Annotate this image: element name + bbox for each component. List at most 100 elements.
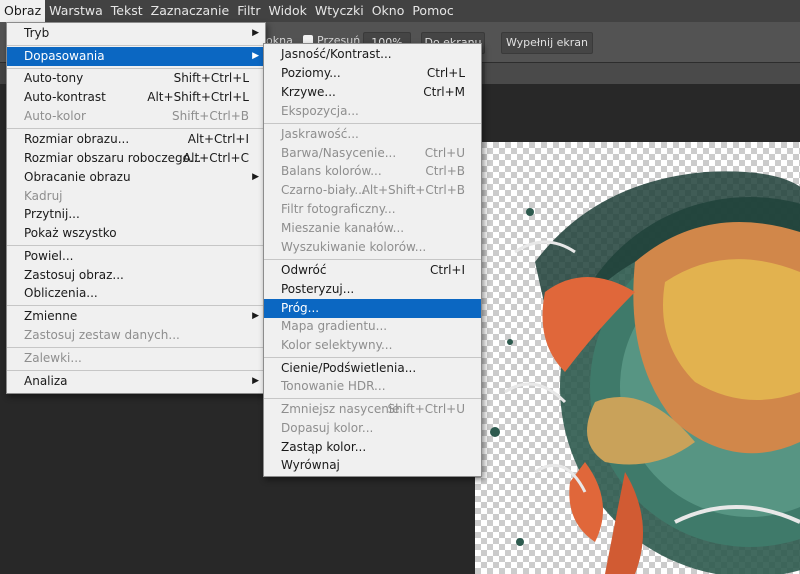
menubar-item-layer[interactable]: Warstwa (45, 0, 107, 22)
menu-item-label: Mapa gradientu... (281, 319, 388, 333)
menu-item-threshold[interactable]: Próg... (264, 299, 481, 318)
menu-item-shortcut: Ctrl+U (424, 146, 465, 160)
menu-item-curves[interactable]: Krzywe... Ctrl+M (264, 83, 481, 102)
menu-item-black-white[interactable]: Czarno-biały... Alt+Shift+Ctrl+B (264, 181, 481, 200)
menu-item-desaturate[interactable]: Zmniejsz nasycenie Shift+Ctrl+U (264, 400, 481, 419)
menu-item-channel-mixer[interactable]: Mieszanie kanałów... (264, 219, 481, 238)
menu-item-label: Dopasuj kolor... (281, 421, 374, 435)
menu-item-apply-data-set[interactable]: Zastosuj zestaw danych... (7, 326, 265, 345)
menu-item-equalize[interactable]: Wyrównaj (264, 456, 481, 475)
menu-item-label: Tryb (24, 26, 50, 40)
menu-item-label: Powiel... (24, 249, 74, 263)
menu-item-apply-image[interactable]: Zastosuj obraz... (7, 266, 265, 285)
menu-item-label: Tonowanie HDR... (281, 379, 386, 393)
menu-item-label: Auto-kolor (24, 109, 86, 123)
menu-item-selective-color[interactable]: Kolor selektywny... (264, 336, 481, 355)
menu-item-label: Barwa/Nasycenie... (281, 146, 397, 160)
menu-item-duplicate[interactable]: Powiel... (7, 247, 265, 266)
menu-item-label: Kolor selektywny... (281, 338, 393, 352)
document-tab[interactable] (485, 63, 800, 85)
menu-separator (7, 347, 265, 348)
menubar-item-image[interactable]: Obraz (0, 0, 46, 22)
menu-separator (264, 123, 481, 124)
menu-item-exposure[interactable]: Ekspozycja... (264, 102, 481, 121)
fill-screen-button[interactable]: Wypełnij ekran (501, 32, 593, 54)
menu-item-label: Ekspozycja... (281, 104, 359, 118)
koi-fish-illustration (490, 171, 800, 574)
menu-item-label: Wyrównaj (281, 458, 340, 472)
menu-item-label: Zastosuj obraz... (24, 268, 124, 282)
menu-item-label: Cienie/Podświetlenia... (281, 361, 417, 375)
menu-item-label: Wyszukiwanie kolorów... (281, 240, 427, 254)
menu-item-adjustments[interactable]: Dopasowania ▶ (7, 47, 265, 66)
menu-item-hue-saturation[interactable]: Barwa/Nasycenie... Ctrl+U (264, 144, 481, 163)
menu-item-label: Poziomy... (281, 66, 341, 80)
menu-item-label: Dopasowania (24, 49, 105, 63)
menu-item-label: Zmienne (24, 309, 78, 323)
menu-item-label: Filtr fotograficzny... (281, 202, 396, 216)
menu-item-photo-filter[interactable]: Filtr fotograficzny... (264, 200, 481, 219)
menu-item-label: Obliczenia... (24, 286, 98, 300)
menu-item-gradient-map[interactable]: Mapa gradientu... (264, 317, 481, 336)
menubar-item-window[interactable]: Okno (368, 0, 409, 22)
menu-item-canvas-size[interactable]: Rozmiar obszaru roboczego... Alt+Ctrl+C (7, 149, 265, 168)
menu-item-label: Jasność/Kontrast... (281, 47, 392, 61)
document-artwork[interactable] (475, 142, 800, 574)
menu-item-trap[interactable]: Zalewki... (7, 349, 265, 368)
menu-item-calculations[interactable]: Obliczenia... (7, 284, 265, 303)
menu-item-shortcut: Ctrl+B (425, 164, 465, 178)
menu-item-label: Obracanie obrazu (24, 170, 131, 184)
image-menu: Tryb ▶ Dopasowania ▶ Auto-tony Shift+Ctr… (6, 22, 266, 394)
menu-item-shortcut: Alt+Shift+Ctrl+L (147, 90, 249, 104)
menu-item-replace-color[interactable]: Zastąp kolor... (264, 438, 481, 457)
menu-item-levels[interactable]: Poziomy... Ctrl+L (264, 64, 481, 83)
menu-item-label: Analiza (24, 374, 68, 388)
menubar-item-view[interactable]: Widok (264, 0, 310, 22)
menu-separator (264, 357, 481, 358)
menu-item-shadows-highlights[interactable]: Cienie/Podświetlenia... (264, 359, 481, 378)
menu-separator (264, 398, 481, 399)
menu-item-shortcut: Shift+Ctrl+B (172, 109, 249, 123)
menubar-item-filter[interactable]: Filtr (233, 0, 264, 22)
menu-item-color-lookup[interactable]: Wyszukiwanie kolorów... (264, 238, 481, 257)
menu-item-trim[interactable]: Przytnij... (7, 205, 265, 224)
menu-item-label: Posteryzuj... (281, 282, 355, 296)
menu-item-label: Balans kolorów... (281, 164, 382, 178)
menu-item-color-balance[interactable]: Balans kolorów... Ctrl+B (264, 162, 481, 181)
submenu-arrow-icon: ▶ (252, 311, 259, 321)
submenu-arrow-icon: ▶ (252, 376, 259, 386)
menu-item-shortcut: Alt+Ctrl+C (182, 151, 249, 165)
menu-item-label: Pokaż wszystko (24, 226, 117, 240)
menubar-item-help[interactable]: Pomoc (408, 0, 457, 22)
menubar-item-type[interactable]: Tekst (107, 0, 147, 22)
menu-item-auto-color[interactable]: Auto-kolor Shift+Ctrl+B (7, 107, 265, 126)
menubar-item-select[interactable]: Zaznaczanie (147, 0, 234, 22)
submenu-arrow-icon: ▶ (252, 28, 259, 38)
menu-item-image-size[interactable]: Rozmiar obrazu... Alt+Ctrl+I (7, 130, 265, 149)
menu-separator (7, 245, 265, 246)
menu-item-auto-tone[interactable]: Auto-tony Shift+Ctrl+L (7, 69, 265, 88)
menubar-item-plugins[interactable]: Wtyczki (311, 0, 368, 22)
adjustments-submenu: Jasność/Kontrast... Poziomy... Ctrl+L Kr… (263, 43, 482, 477)
menu-item-variables[interactable]: Zmienne ▶ (7, 307, 265, 326)
menu-item-analysis[interactable]: Analiza ▶ (7, 372, 265, 391)
menu-item-auto-contrast[interactable]: Auto-kontrast Alt+Shift+Ctrl+L (7, 88, 265, 107)
menu-item-label: Rozmiar obrazu... (24, 132, 130, 146)
menu-item-label: Jaskrawość... (281, 127, 359, 141)
menu-separator (264, 259, 481, 260)
menu-item-match-color[interactable]: Dopasuj kolor... (264, 419, 481, 438)
menu-item-posterize[interactable]: Posteryzuj... (264, 280, 481, 299)
menubar: Obraz Warstwa Tekst Zaznaczanie Filtr Wi… (0, 0, 800, 22)
menu-item-image-rotation[interactable]: Obracanie obrazu ▶ (7, 168, 265, 187)
menu-item-label: Czarno-biały... (281, 183, 366, 197)
menu-item-crop[interactable]: Kadruj (7, 187, 265, 206)
menu-item-hdr-toning[interactable]: Tonowanie HDR... (264, 377, 481, 396)
menu-item-brightness-contrast[interactable]: Jasność/Kontrast... (264, 45, 481, 64)
menu-item-label: Mieszanie kanałów... (281, 221, 405, 235)
menu-item-mode[interactable]: Tryb ▶ (7, 24, 265, 43)
menu-item-vibrance[interactable]: Jaskrawość... (264, 125, 481, 144)
menu-separator (7, 128, 265, 129)
menu-item-invert[interactable]: Odwróć Ctrl+I (264, 261, 481, 280)
menu-item-reveal-all[interactable]: Pokaż wszystko (7, 224, 265, 243)
menu-item-label: Przytnij... (24, 207, 80, 221)
